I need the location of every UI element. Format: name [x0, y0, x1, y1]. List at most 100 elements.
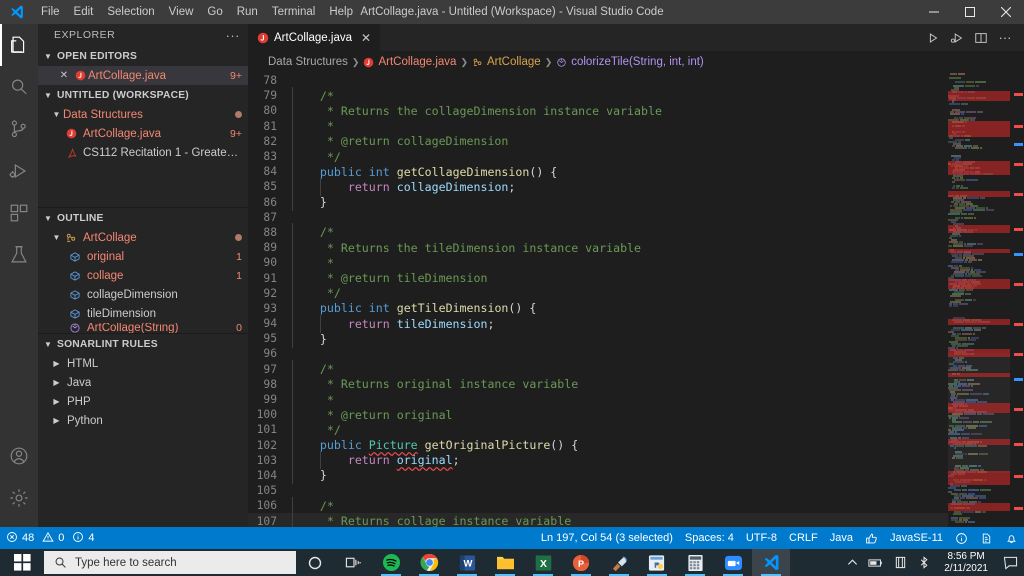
code-line[interactable]: 92 */: [248, 284, 1024, 303]
status-info-icon[interactable]: [949, 527, 974, 549]
file-artcollage-java[interactable]: ArtCollage.java 9+: [38, 124, 248, 143]
code-line[interactable]: 101 */: [248, 420, 1024, 439]
section-sonarlint[interactable]: ▼ SONARLINT RULES: [38, 334, 248, 354]
code-line[interactable]: 107 * Returns collage instance variable: [248, 512, 1024, 527]
run-and-debug-icon[interactable]: [946, 27, 968, 49]
tab-artcollage-java[interactable]: ArtCollage.java ✕: [248, 24, 381, 51]
status-cursor-position[interactable]: Ln 197, Col 54 (3 selected): [535, 527, 679, 549]
sonarlint-item-java[interactable]: ▶ Java: [38, 373, 248, 392]
settings-gear-icon[interactable]: [0, 477, 38, 519]
menu-terminal[interactable]: Terminal: [265, 0, 322, 24]
breadcrumb-folder[interactable]: Data Structures: [268, 56, 348, 68]
code-line[interactable]: 102 public Picture getOriginalPicture() …: [248, 436, 1024, 455]
outline-item-tiledimension[interactable]: tileDimension: [38, 304, 248, 323]
menu-go[interactable]: Go: [200, 0, 229, 24]
outline-item-constructor[interactable]: ArtCollage(String) 0: [38, 323, 248, 333]
search-icon[interactable]: [0, 66, 38, 108]
breadcrumb-class[interactable]: ArtCollage: [472, 56, 541, 68]
code-line[interactable]: 99 *: [248, 390, 1024, 409]
start-button[interactable]: [0, 549, 44, 576]
testing-icon[interactable]: [0, 234, 38, 276]
code-line[interactable]: 94 return tileDimension;: [248, 314, 1024, 333]
powerpoint-icon[interactable]: P: [562, 549, 600, 576]
code-line[interactable]: 100 * @return original: [248, 405, 1024, 424]
code-line[interactable]: 89 * Returns the tileDimension instance …: [248, 238, 1024, 257]
status-encoding[interactable]: UTF-8: [740, 527, 783, 549]
code-line[interactable]: 97 /*: [248, 360, 1024, 379]
code-line[interactable]: 86 }: [248, 193, 1024, 212]
code-line[interactable]: 104 }: [248, 466, 1024, 485]
section-workspace[interactable]: ▼ UNTITLED (WORKSPACE): [38, 85, 248, 105]
chrome-icon[interactable]: [410, 549, 448, 576]
code-line[interactable]: 79 /*: [248, 86, 1024, 105]
explorer-icon[interactable]: [0, 24, 38, 66]
status-indentation[interactable]: Spaces: 4: [679, 527, 740, 549]
code-line[interactable]: 105: [248, 483, 1024, 498]
ccleaner-icon[interactable]: [600, 549, 638, 576]
sidebar-more-actions-icon[interactable]: ···: [226, 28, 241, 43]
accounts-icon[interactable]: [0, 435, 38, 477]
more-actions-icon[interactable]: ···: [994, 27, 1016, 49]
battery-icon[interactable]: [864, 549, 888, 576]
file-cs112-recitation-pdf[interactable]: CS112 Recitation 1 - Greatest Hits o...: [38, 143, 248, 162]
onedrive-icon[interactable]: [888, 549, 912, 576]
outline-item-collage[interactable]: collage 1: [38, 266, 248, 285]
run-code-icon[interactable]: [922, 27, 944, 49]
menu-help[interactable]: Help: [322, 0, 360, 24]
zoom-icon[interactable]: [714, 549, 752, 576]
code-line[interactable]: 85 return collageDimension;: [248, 177, 1024, 196]
spotify-icon[interactable]: [372, 549, 410, 576]
status-problems[interactable]: 48 0 4: [0, 527, 101, 549]
menu-selection[interactable]: Selection: [100, 0, 161, 24]
code-line[interactable]: 82 * @return collageDimension: [248, 132, 1024, 151]
code-line[interactable]: 90 *: [248, 253, 1024, 272]
code-line[interactable]: 96: [248, 346, 1024, 361]
action-center-icon[interactable]: [996, 549, 1024, 576]
menu-view[interactable]: View: [162, 0, 201, 24]
status-language-mode[interactable]: Java: [824, 527, 859, 549]
outline-item-original[interactable]: original 1: [38, 247, 248, 266]
code-line[interactable]: 103 return original;: [248, 451, 1024, 470]
sonarlint-item-php[interactable]: ▶ PHP: [38, 392, 248, 411]
search-input[interactable]: Type here to search: [44, 551, 296, 574]
minimize-button[interactable]: [916, 0, 952, 24]
folder-data-structures[interactable]: ▼ Data Structures: [38, 105, 248, 124]
split-editor-icon[interactable]: [970, 27, 992, 49]
status-eol[interactable]: CRLF: [783, 527, 824, 549]
maximize-button[interactable]: [952, 0, 988, 24]
code-lines[interactable]: 78 79 /* 80 * Returns the collageDimension…: [248, 73, 1024, 527]
close-icon[interactable]: ✕: [56, 70, 72, 81]
task-view-icon[interactable]: [334, 549, 372, 576]
code-line[interactable]: 93 public int getTileDimension() {: [248, 299, 1024, 318]
extensions-icon[interactable]: [0, 192, 38, 234]
code-line[interactable]: 81 *: [248, 117, 1024, 136]
status-feedback-icon[interactable]: [859, 527, 884, 549]
code-line[interactable]: 106 /*: [248, 496, 1024, 515]
excel-icon[interactable]: X: [524, 549, 562, 576]
status-remote-icon[interactable]: [974, 527, 999, 549]
code-line[interactable]: 80 * Returns the collageDimension instan…: [248, 101, 1024, 120]
overview-ruler[interactable]: [1010, 73, 1024, 527]
code-line[interactable]: 78: [248, 73, 1024, 88]
section-outline[interactable]: ▼ OUTLINE: [38, 208, 248, 228]
minimap-slider[interactable]: [948, 353, 1010, 473]
breadcrumb-method[interactable]: colorizeTile(String, int, int): [556, 56, 704, 68]
code-line[interactable]: 83 */: [248, 147, 1024, 166]
run-and-debug-icon[interactable]: [0, 150, 38, 192]
sonarlint-item-python[interactable]: ▶ Python: [38, 411, 248, 430]
bluetooth-icon[interactable]: [912, 549, 936, 576]
python-idle-icon[interactable]: [638, 549, 676, 576]
outline-item-collagedimension[interactable]: collageDimension: [38, 285, 248, 304]
section-open-editors[interactable]: ▼ OPEN EDITORS: [38, 46, 248, 66]
menu-run[interactable]: Run: [230, 0, 265, 24]
source-control-icon[interactable]: [0, 108, 38, 150]
cortana-icon[interactable]: [296, 549, 334, 576]
tab-close-icon[interactable]: ✕: [361, 31, 371, 45]
breadcrumb-file[interactable]: ArtCollage.java: [363, 56, 456, 68]
code-line[interactable]: 91 * @return tileDimension: [248, 269, 1024, 288]
code-editor[interactable]: 78 79 /* 80 * Returns the collageDimension…: [248, 73, 1024, 527]
status-java-runtime[interactable]: JavaSE-11: [884, 527, 949, 549]
close-button[interactable]: [988, 0, 1024, 24]
vscode-icon[interactable]: [752, 549, 790, 576]
status-notifications-bell-icon[interactable]: [999, 527, 1024, 549]
